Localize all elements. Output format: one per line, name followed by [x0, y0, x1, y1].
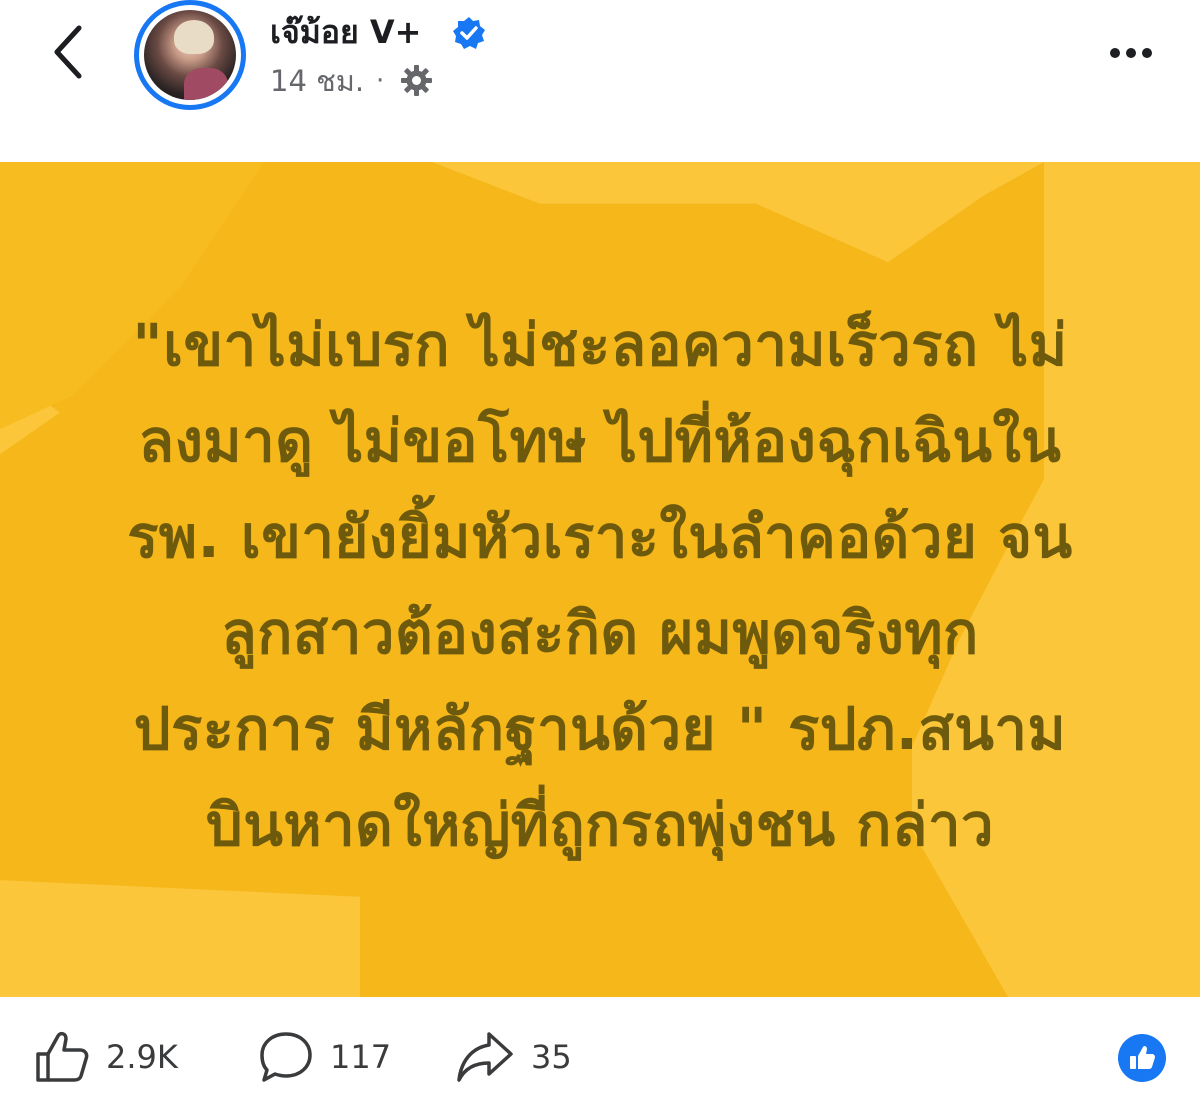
more-options-button[interactable] — [1096, 30, 1166, 76]
like-reaction-icon[interactable] — [1118, 1034, 1166, 1082]
post-text: "เขาไม่เบรก ไม่ชะลอความเร็วรถ ไม่ ลงมาดู… — [60, 297, 1140, 873]
share-button[interactable]: 35 — [455, 1027, 572, 1087]
verified-badge-icon — [453, 17, 485, 49]
avatar-image — [144, 10, 236, 100]
post-text-line: บินหาดใหญ่ที่ถูกรถพุ่งชน กล่าว — [205, 791, 995, 859]
back-button[interactable] — [38, 22, 98, 82]
avatar[interactable] — [134, 0, 246, 110]
share-arrow-icon — [457, 1032, 513, 1082]
meta-separator: · — [376, 66, 385, 96]
gear-icon[interactable] — [400, 64, 433, 97]
like-count: 2.9K — [106, 1038, 178, 1076]
author-name[interactable]: เจ๊ม้อย V+ — [270, 10, 421, 54]
share-count: 35 — [531, 1038, 572, 1076]
post-header: เจ๊ม้อย V+ 14 ชม. · — [0, 0, 1200, 162]
like-button[interactable]: 2.9K — [34, 1027, 178, 1087]
comment-bubble-icon — [260, 1032, 312, 1082]
post-text-line: ลูกสาวต้องสะกิด ผมพูดจริงทุก — [221, 599, 979, 667]
chevron-left-icon — [54, 25, 82, 79]
thumbs-up-icon — [36, 1031, 89, 1082]
post-timestamp[interactable]: 14 ชม. — [270, 60, 364, 102]
post-text-line: รพ. เขายังยิ้มหัวเราะในลำคอด้วย จน — [127, 503, 1073, 571]
action-bar: 2.9K 117 35 — [0, 997, 1200, 1107]
post-text-line: ประการ มีหลักฐานด้วย " รปภ.สนาม — [133, 695, 1067, 763]
comment-count: 117 — [330, 1038, 392, 1076]
comment-button[interactable]: 117 — [258, 1027, 391, 1087]
post-text-line: "เขาไม่เบรก ไม่ชะลอความเร็วรถ ไม่ — [132, 311, 1068, 379]
post-content-card[interactable]: "เขาไม่เบรก ไม่ชะลอความเร็วรถ ไม่ ลงมาดู… — [0, 162, 1200, 997]
post-text-line: ลงมาดู ไม่ขอโทษ ไปที่ห้องฉุกเฉินใน — [138, 407, 1062, 475]
more-dots-icon — [1110, 48, 1120, 58]
